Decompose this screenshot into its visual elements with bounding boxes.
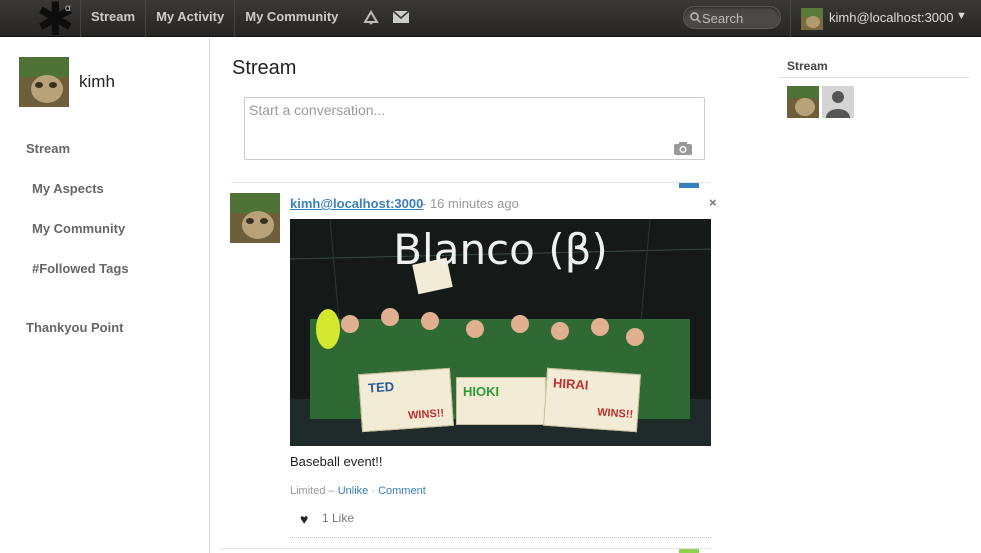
- user-name[interactable]: kimh: [79, 72, 115, 92]
- search-box[interactable]: [683, 6, 781, 29]
- photo-sign: HIRAI WINS!!: [543, 367, 641, 433]
- aspect-marker: [679, 549, 699, 553]
- nav-my-community[interactable]: My Community: [234, 0, 348, 37]
- post-visibility: Limited –: [290, 485, 335, 497]
- user-handle: kimh@localhost:3000: [829, 10, 954, 25]
- sidebar-item-thankyou-point[interactable]: Thankyou Point: [26, 320, 124, 335]
- post-text: Baseball event!!: [290, 454, 383, 469]
- notifications-icon[interactable]: [362, 8, 380, 26]
- page-title: Stream: [232, 57, 297, 79]
- post-timestamp[interactable]: - 16 minutes ago: [422, 196, 519, 211]
- main-nav: Stream My Activity My Community: [80, 0, 348, 37]
- separator: ·: [371, 485, 376, 497]
- divider: [779, 77, 969, 78]
- post-actions: Limited – Unlike · Comment: [290, 485, 426, 497]
- sidebar-item-stream[interactable]: Stream: [26, 141, 70, 156]
- publisher-input[interactable]: [249, 102, 669, 122]
- post-author-link[interactable]: kimh@localhost:3000: [290, 196, 423, 211]
- nav-stream[interactable]: Stream: [80, 0, 145, 37]
- post-photo[interactable]: Blanco (β) TED WINS!! HIOKI HIRAI WINS!!: [290, 219, 711, 446]
- sidebar-item-my-community[interactable]: My Community: [32, 221, 125, 236]
- photo-sign: TED WINS!!: [358, 367, 454, 433]
- aspect-marker: [679, 183, 699, 188]
- close-icon[interactable]: ×: [709, 195, 717, 210]
- avatar[interactable]: [19, 57, 69, 107]
- likes-count[interactable]: 1 Like: [322, 511, 354, 525]
- divider: [220, 548, 711, 549]
- logo[interactable]: ✱ α: [34, 0, 75, 42]
- avatar[interactable]: [787, 86, 819, 118]
- comment-link[interactable]: Comment: [378, 485, 426, 497]
- avatar[interactable]: [230, 193, 280, 243]
- divider: [231, 182, 711, 183]
- divider: [290, 537, 711, 538]
- search-input[interactable]: [702, 9, 776, 27]
- alpha-badge: α: [65, 3, 71, 14]
- photo-title: Blanco (β): [393, 225, 608, 274]
- sidebar-item-my-aspects[interactable]: My Aspects: [32, 181, 104, 196]
- mail-icon[interactable]: [392, 8, 410, 26]
- left-sidebar: kimh Stream My Aspects My Community #Fol…: [0, 38, 210, 553]
- photo-sign: HIOKI: [456, 377, 546, 425]
- camera-icon[interactable]: [673, 141, 693, 156]
- user-menu[interactable]: kimh@localhost:3000 ▼: [790, 0, 981, 37]
- chevron-down-icon: ▼: [956, 10, 967, 22]
- user-silhouette-icon[interactable]: [822, 86, 854, 118]
- right-panel-title: Stream: [787, 59, 828, 73]
- sidebar-item-followed-tags[interactable]: #Followed Tags: [32, 261, 129, 276]
- publisher[interactable]: [244, 97, 705, 160]
- nav-my-activity[interactable]: My Activity: [145, 0, 234, 37]
- unlike-link[interactable]: Unlike: [338, 485, 369, 497]
- top-bar: ✱ α Stream My Activity My Community kimh…: [0, 0, 981, 42]
- avatar: [801, 8, 823, 30]
- search-icon: [690, 12, 701, 23]
- heart-icon: ♥: [300, 511, 309, 527]
- nav-icons: [362, 8, 410, 26]
